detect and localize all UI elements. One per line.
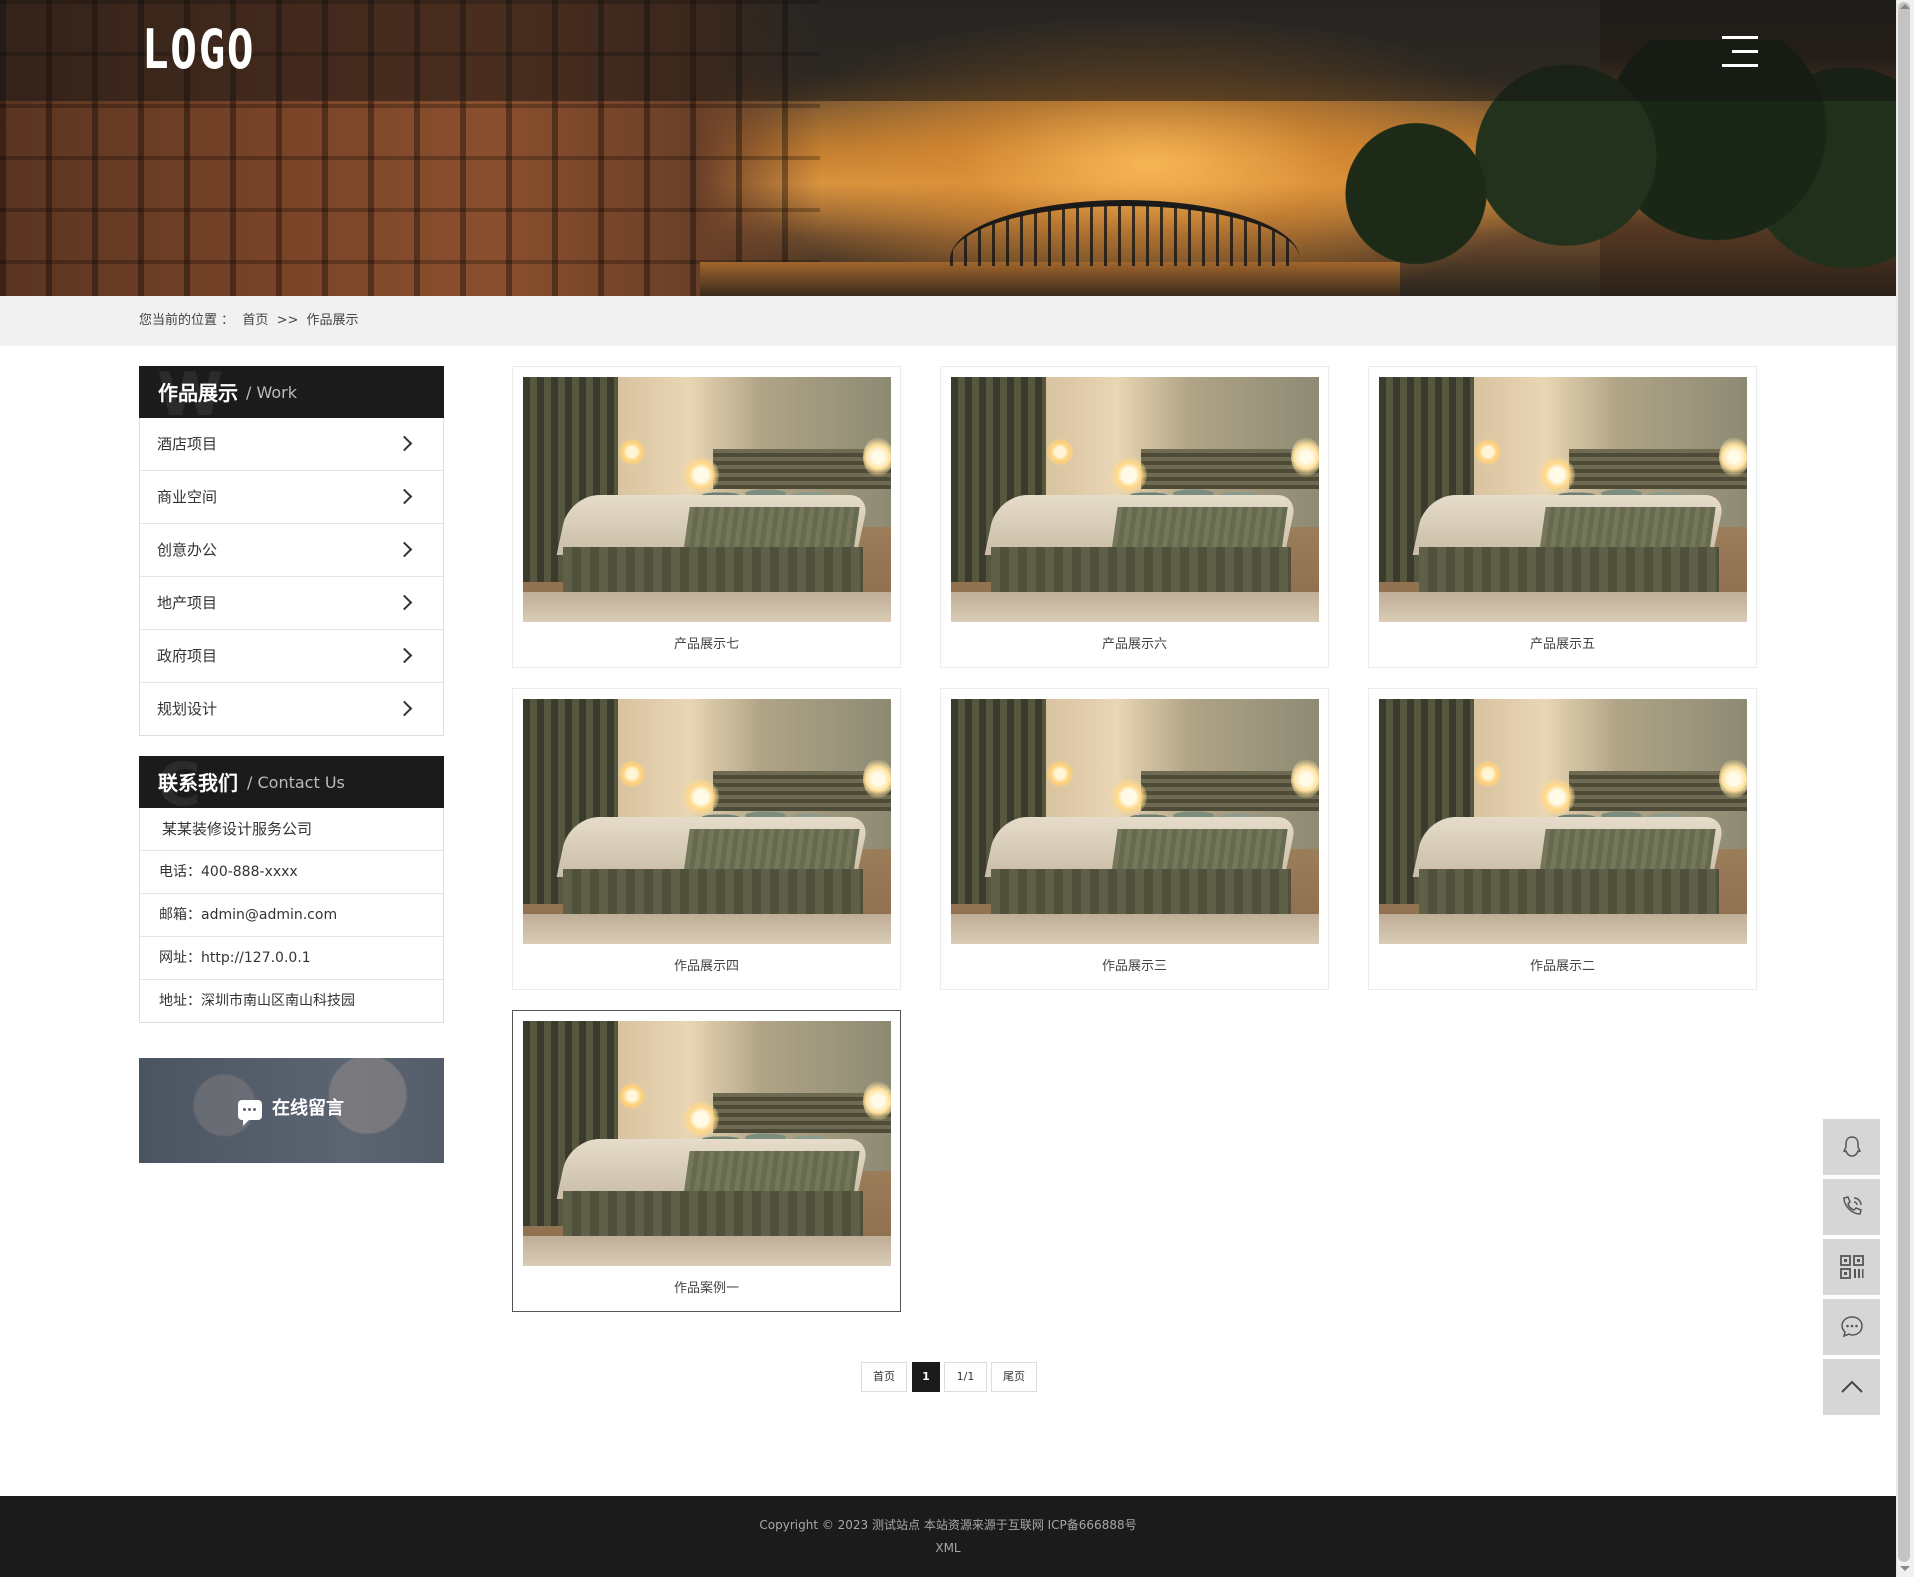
category-list: 酒店项目 商业空间 创意办公 地产项目 政府项目 规划设计 (139, 418, 444, 736)
product-image[interactable] (523, 1021, 891, 1266)
product-image[interactable] (951, 699, 1319, 944)
contact-address: 地址：深圳市南山区南山科技园 (159, 993, 355, 1009)
scroll-up-arrow-icon[interactable] (1900, 4, 1910, 9)
breadcrumb-bar: 您当前的位置 ： 首页 >> 作品展示 (0, 296, 1896, 346)
product-image[interactable] (1379, 377, 1747, 622)
product-caption[interactable]: 产品展示五 (1369, 622, 1756, 668)
breadcrumb-separator: >> (276, 313, 299, 328)
product-caption[interactable]: 作品展示二 (1369, 944, 1756, 990)
chevron-right-icon (396, 647, 413, 664)
contact-website: 网址：http://127.0.0.1 (140, 937, 443, 980)
product-card[interactable]: 产品展示五 (1368, 366, 1757, 668)
hamburger-menu-icon[interactable] (1722, 36, 1758, 68)
work-section-subtitle: / Work (246, 383, 297, 402)
contact-phone: 电话：400-888-xxxx (140, 851, 443, 894)
contact-info-list: 某某装修设计服务公司 电话：400-888-xxxx 邮箱：admin@admi… (139, 808, 444, 1023)
pagination-total: 1/1 (944, 1362, 987, 1392)
qq-icon (1843, 1136, 1861, 1157)
chevron-right-icon (396, 594, 413, 611)
category-item-hotel[interactable]: 酒店项目 (140, 418, 443, 471)
footer-xml-link[interactable]: XML (0, 1541, 1896, 1555)
scrollbar-thumb[interactable] (1898, 2, 1910, 1562)
product-image[interactable] (523, 377, 891, 622)
product-image[interactable] (951, 377, 1319, 622)
product-card[interactable]: 作品展示四 (512, 688, 901, 990)
breadcrumb-home-link[interactable]: 首页 (242, 313, 268, 328)
category-item-office[interactable]: 创意办公 (140, 524, 443, 577)
breadcrumb-current: 作品展示 (306, 313, 359, 328)
work-section-header: W 作品展示 / Work (139, 366, 444, 418)
pagination-last[interactable]: 尾页 (991, 1362, 1037, 1392)
online-message-button[interactable]: 在线留言 (139, 1058, 444, 1163)
work-section-title: 作品展示 (158, 381, 238, 405)
site-logo[interactable]: LOGO (142, 22, 255, 78)
hero-banner: LOGO (0, 0, 1896, 296)
phone-icon (1843, 1196, 1862, 1215)
pagination-current-page[interactable]: 1 (912, 1362, 940, 1392)
product-caption[interactable]: 作品展示四 (513, 944, 900, 990)
qrcode-icon (1840, 1255, 1864, 1279)
phone-button[interactable] (1823, 1179, 1880, 1235)
chat-icon (1841, 1316, 1863, 1338)
product-card[interactable]: 产品展示六 (940, 366, 1329, 668)
contact-section-header: C 联系我们 / Contact Us (139, 756, 444, 808)
category-label: 酒店项目 (157, 435, 218, 453)
category-label: 创意办公 (157, 541, 218, 559)
header-bar (0, 0, 1896, 101)
scroll-down-arrow-icon[interactable] (1900, 1566, 1910, 1571)
contact-section-title: 联系我们 (158, 771, 238, 795)
contact-section-subtitle: / Contact Us (247, 773, 345, 792)
category-label: 政府项目 (157, 647, 218, 665)
category-label: 规划设计 (157, 700, 218, 718)
chevron-right-icon (396, 435, 413, 452)
product-card[interactable]: 作品展示二 (1368, 688, 1757, 990)
contact-email: 邮箱：admin@admin.com (140, 894, 443, 937)
site-footer: Copyright © 2023 测试站点 本站资源来源于互联网 ICP备666… (0, 1496, 1896, 1577)
contact-company: 某某装修设计服务公司 (140, 808, 443, 851)
breadcrumb-prefix: 您当前的位置 ： (139, 313, 235, 328)
online-message-label: 在线留言 (272, 1098, 344, 1119)
product-caption[interactable]: 产品展示七 (513, 622, 900, 668)
chevron-right-icon (396, 488, 413, 505)
chat-bubble-icon (238, 1100, 262, 1126)
product-card[interactable]: 作品展示三 (940, 688, 1329, 990)
product-image[interactable] (523, 699, 891, 944)
qq-button[interactable] (1823, 1119, 1880, 1175)
category-item-commercial[interactable]: 商业空间 (140, 471, 443, 524)
product-card[interactable]: 作品案例一 (512, 1010, 901, 1312)
back-to-top-button[interactable] (1823, 1359, 1880, 1415)
breadcrumb: 您当前的位置 ： 首页 >> 作品展示 (139, 296, 359, 346)
product-card[interactable]: 产品展示七 (512, 366, 901, 668)
pagination-first[interactable]: 首页 (861, 1362, 907, 1392)
category-label: 商业空间 (157, 488, 218, 506)
chevron-right-icon (396, 700, 413, 717)
category-item-government[interactable]: 政府项目 (140, 630, 443, 683)
qrcode-button[interactable] (1823, 1239, 1880, 1295)
category-item-realestate[interactable]: 地产项目 (140, 577, 443, 630)
chevron-right-icon (396, 541, 413, 558)
product-caption[interactable]: 产品展示六 (941, 622, 1328, 668)
back-to-top-icon (1841, 1380, 1863, 1393)
product-image[interactable] (1379, 699, 1747, 944)
category-label: 地产项目 (157, 594, 218, 612)
footer-copyright: Copyright © 2023 测试站点 本站资源来源于互联网 ICP备666… (759, 1518, 1137, 1532)
category-item-planning[interactable]: 规划设计 (140, 683, 443, 735)
chat-button[interactable] (1823, 1299, 1880, 1355)
canal-water (700, 262, 1400, 296)
product-caption[interactable]: 作品案例一 (513, 1266, 900, 1312)
product-caption[interactable]: 作品展示三 (941, 944, 1328, 990)
